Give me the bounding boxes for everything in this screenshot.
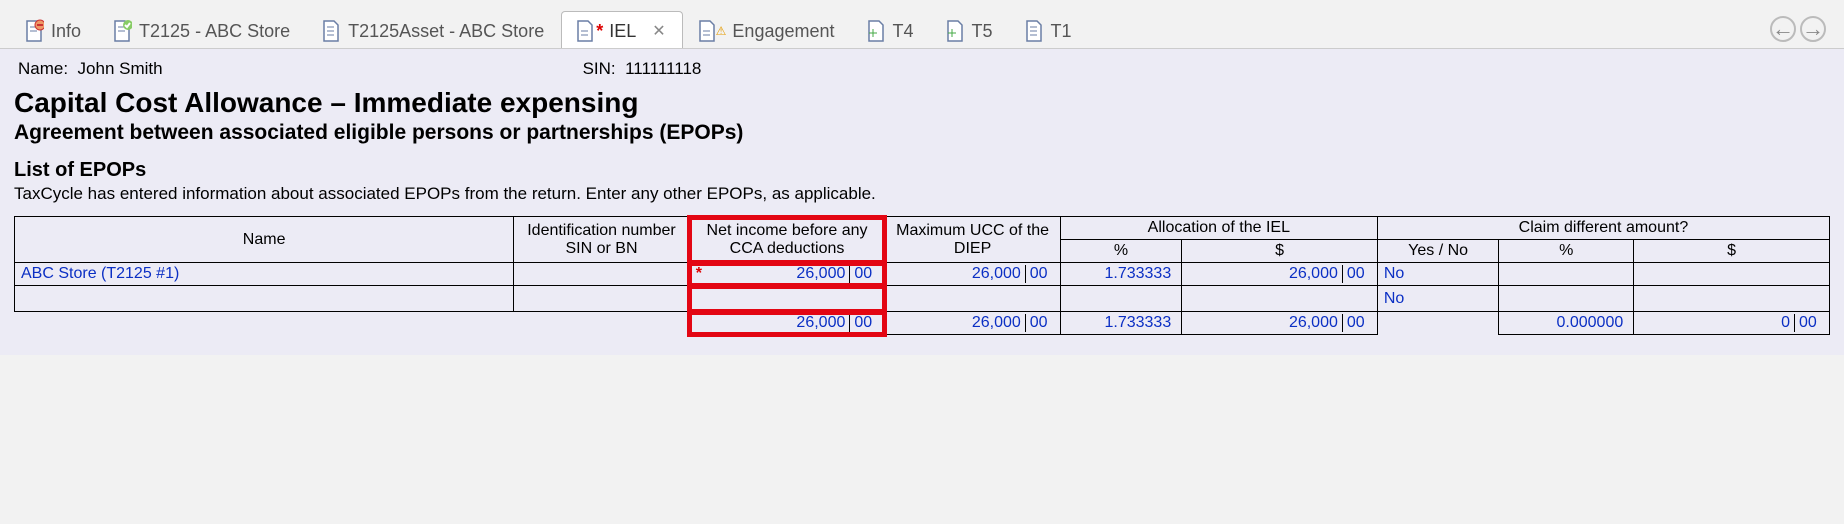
th-cd-pct: % [1499, 240, 1634, 263]
tab-label: Engagement [732, 21, 834, 42]
page-subtitle: Agreement between associated eligible pe… [14, 121, 1830, 145]
required-star-icon: * [696, 265, 706, 283]
doc-check-icon [111, 20, 133, 42]
th-maxucc: Maximum UCC of the DIEP [885, 217, 1060, 263]
yesno-select[interactable]: No [1384, 290, 1404, 307]
doc-warn-icon [696, 20, 718, 42]
total-alloc-pct: 1.733333 [1067, 314, 1175, 332]
yesno-select[interactable]: No [1384, 265, 1404, 282]
cd-pct[interactable] [1499, 263, 1634, 286]
net-income-dollars[interactable]: 26,000 [706, 265, 850, 283]
total-net-cents: 00 [850, 314, 878, 332]
cd-amount[interactable] [1634, 286, 1830, 312]
th-alloc-pct: % [1060, 240, 1181, 263]
total-cd-cents: 00 [1795, 314, 1823, 332]
doc-plus-icon [944, 20, 966, 42]
total-cd-dollars: 0 [1640, 314, 1795, 332]
alloc-amount[interactable] [1182, 286, 1378, 312]
tab-label: Info [51, 21, 81, 42]
th-netincome: Net income before any CCA deductions [689, 217, 885, 263]
epop-table: Name Identification number SIN or BN Net… [14, 216, 1830, 335]
alloc-pct[interactable]: 1.733333 [1067, 265, 1175, 283]
total-cd-pct: 0.000000 [1505, 314, 1627, 332]
th-alloc-dol: $ [1182, 240, 1378, 263]
alloc-pct[interactable] [1060, 286, 1181, 312]
total-ucc-cents: 00 [1026, 314, 1054, 332]
th-cd-dol: $ [1634, 240, 1830, 263]
cd-amount[interactable] [1634, 263, 1830, 286]
required-star-icon: * [596, 21, 603, 42]
instructions: TaxCycle has entered information about a… [14, 184, 1830, 204]
th-id: Identification number SIN or BN [514, 217, 689, 263]
tab-strip: Info T2125 - ABC Store T2125Asset - ABC … [0, 0, 1844, 48]
doc-star-icon [574, 20, 596, 42]
ucc-amount[interactable] [885, 286, 1060, 312]
row-id[interactable] [514, 286, 689, 312]
tab-t1[interactable]: T1 [1010, 11, 1089, 48]
cd-pct[interactable] [1499, 286, 1634, 312]
total-net-dollars: 26,000 [696, 314, 851, 332]
worksheet: Name: John Smith SIN: 111111118 Capital … [0, 48, 1844, 355]
row-name[interactable] [15, 286, 514, 312]
doc-minus-icon [23, 20, 45, 42]
doc-icon [320, 20, 342, 42]
row-id[interactable] [514, 263, 689, 286]
close-icon[interactable]: ✕ [652, 21, 665, 41]
tab-label: IEL [609, 21, 636, 42]
th-claimdiff: Claim different amount? [1377, 217, 1829, 240]
alloc-cents[interactable]: 00 [1343, 265, 1371, 283]
tab-engagement[interactable]: ⚠ Engagement [683, 11, 852, 48]
nav-prev-button[interactable]: ← [1770, 16, 1796, 42]
total-ucc-dollars: 26,000 [891, 314, 1025, 332]
sin-label: SIN: [583, 59, 616, 78]
section-title: List of EPOPs [14, 159, 1830, 182]
table-row: No [15, 286, 1830, 312]
alloc-dollars[interactable]: 26,000 [1188, 265, 1343, 283]
name-label: Name: [18, 59, 68, 78]
table-row: ABC Store (T2125 #1) *26,00000 26,00000 … [15, 263, 1830, 286]
tab-t5[interactable]: T5 [931, 11, 1010, 48]
ucc-cents[interactable]: 00 [1026, 265, 1054, 283]
tab-label: T2125Asset - ABC Store [348, 21, 544, 42]
total-alloc-dollars: 26,000 [1188, 314, 1343, 332]
nav-next-button[interactable]: → [1800, 16, 1826, 42]
name-value: John Smith [78, 59, 163, 78]
row-name[interactable]: ABC Store (T2125 #1) [21, 265, 507, 283]
total-alloc-cents: 00 [1343, 314, 1371, 332]
tab-info[interactable]: Info [10, 11, 98, 48]
tab-t2125[interactable]: T2125 - ABC Store [98, 11, 307, 48]
warning-icon: ⚠ [716, 24, 727, 38]
page-title: Capital Cost Allowance – Immediate expen… [14, 87, 1830, 119]
tab-label: T5 [972, 21, 993, 42]
tab-label: T1 [1051, 21, 1072, 42]
tab-label: T2125 - ABC Store [139, 21, 290, 42]
totals-row: 26,00000 26,00000 1.733333 26,00000 0.00… [15, 312, 1830, 335]
tab-label: T4 [893, 21, 914, 42]
tab-t4[interactable]: T4 [852, 11, 931, 48]
doc-plus-icon [865, 20, 887, 42]
ucc-dollars[interactable]: 26,000 [891, 265, 1025, 283]
net-income-cents[interactable]: 00 [850, 265, 878, 283]
nav-arrows: ← → [1762, 16, 1834, 48]
sin-value: 111111118 [625, 59, 701, 78]
tab-t2125asset[interactable]: T2125Asset - ABC Store [307, 11, 561, 48]
th-name: Name [15, 217, 514, 263]
tab-iel[interactable]: * IEL ✕ [561, 11, 682, 48]
th-allocation: Allocation of the IEL [1060, 217, 1377, 240]
th-yesno: Yes / No [1377, 240, 1498, 263]
doc-icon [1023, 20, 1045, 42]
